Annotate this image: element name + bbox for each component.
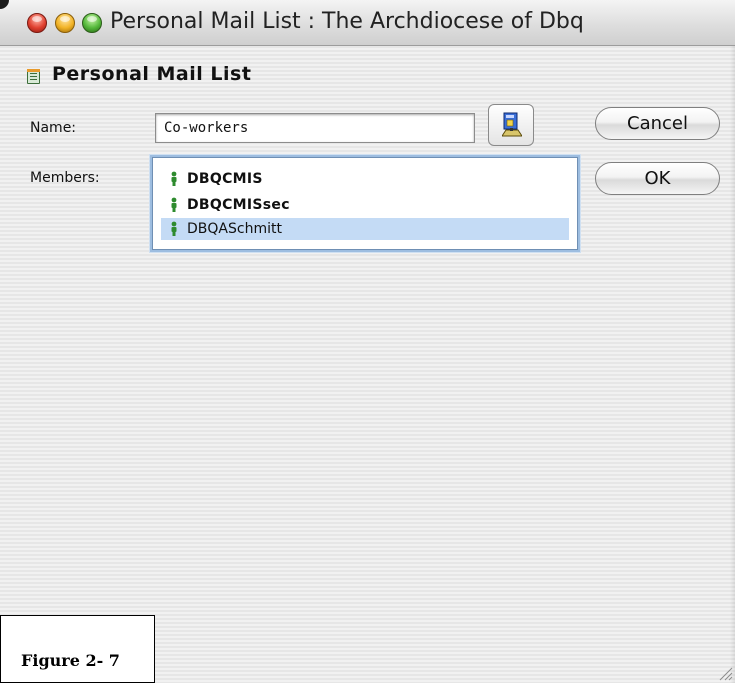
member-name: DBQASchmitt <box>187 221 282 237</box>
person-icon <box>171 171 177 186</box>
window-corner <box>0 0 9 9</box>
name-field[interactable]: Co-workers <box>155 113 475 143</box>
window-title: Personal Mail List : The Archdiocese of … <box>110 9 584 34</box>
page-title: Personal Mail List <box>52 63 252 85</box>
list-item-selected[interactable]: DBQASchmitt <box>161 218 569 240</box>
members-list[interactable]: DBQCMIS DBQCMISsec DBQASchmitt <box>152 157 578 250</box>
address-book-button[interactable] <box>488 104 534 146</box>
members-label: Members: <box>30 170 100 186</box>
person-icon <box>171 221 177 236</box>
close-window-button[interactable] <box>27 13 47 33</box>
address-book-icon <box>502 112 522 137</box>
personal-mail-list-window: Personal Mail List : The Archdiocese of … <box>0 0 735 683</box>
cancel-button[interactable]: Cancel <box>595 107 720 140</box>
figure-caption-box: Figure 2- 7 <box>0 615 155 683</box>
window-edge-shadow <box>730 46 735 683</box>
minimize-window-button[interactable] <box>55 13 75 33</box>
zoom-window-button[interactable] <box>82 13 102 33</box>
name-label: Name: <box>30 120 77 136</box>
figure-label: Figure 2- 7 <box>21 651 120 670</box>
member-name: DBQCMIS <box>187 171 263 187</box>
title-bar[interactable]: Personal Mail List : The Archdiocese of … <box>0 0 735 46</box>
list-item[interactable]: DBQCMISsec <box>161 194 569 216</box>
resize-grip-icon[interactable] <box>715 663 733 681</box>
member-name: DBQCMISsec <box>187 197 290 213</box>
ok-button[interactable]: OK <box>595 162 720 195</box>
list-item[interactable]: DBQCMIS <box>161 168 569 190</box>
person-icon <box>171 197 177 212</box>
mail-list-icon <box>27 69 40 84</box>
